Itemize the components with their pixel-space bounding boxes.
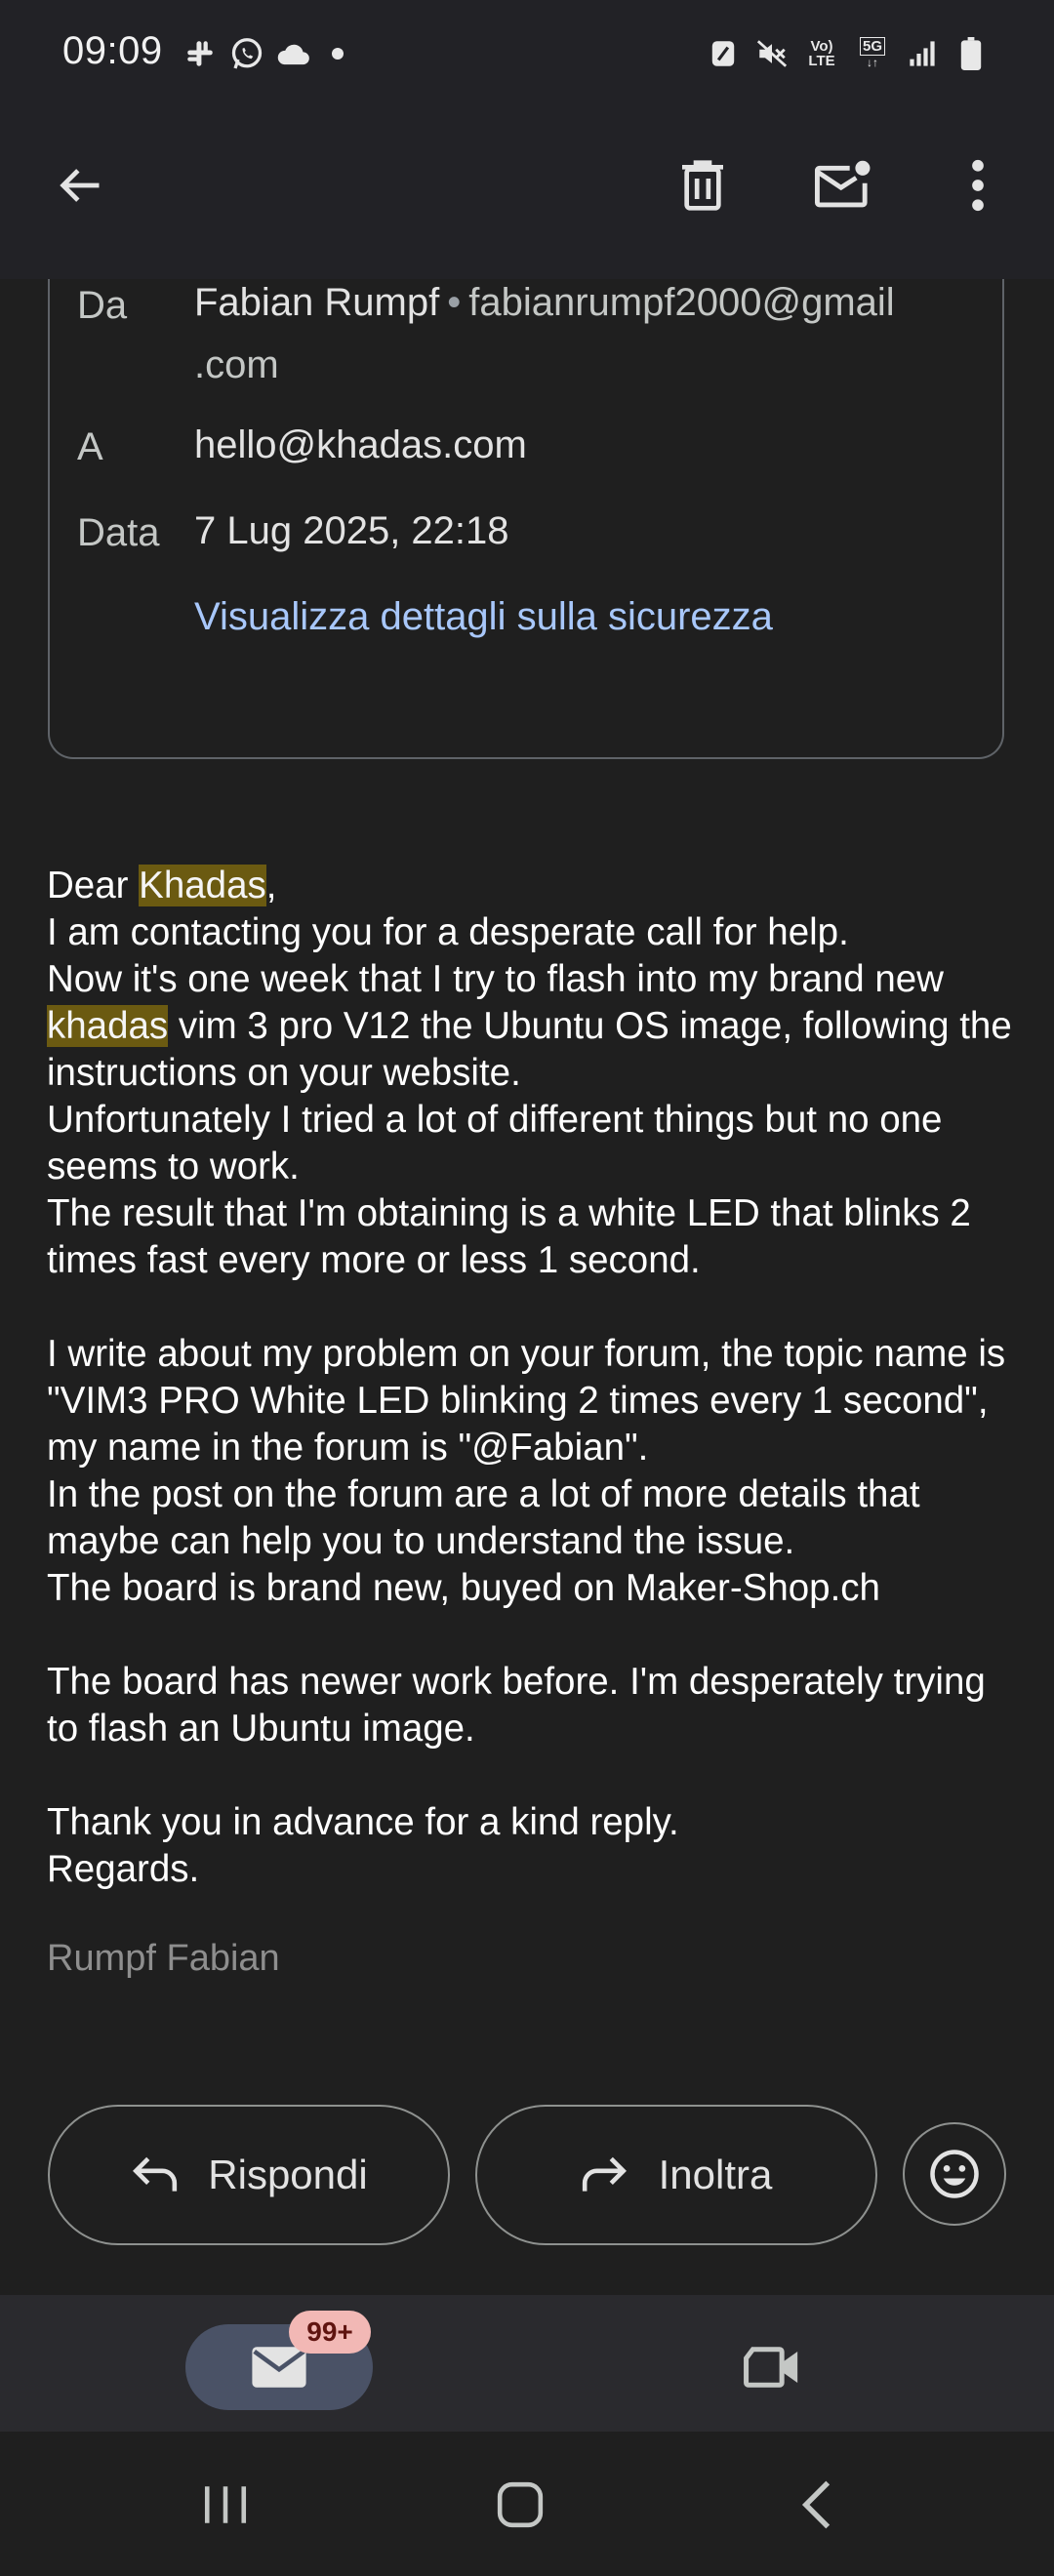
forward-button[interactable]: Inoltra — [475, 2105, 877, 2245]
whatsapp-icon — [228, 35, 265, 72]
bottom-nav: 99+ — [0, 2295, 1054, 2432]
reply-label: Rispondi — [208, 2152, 368, 2197]
email-content: Da Fabian Rumpf • fabianrumpf2000@gmail .co… — [0, 279, 1054, 2295]
meet-video-icon — [744, 2347, 798, 2388]
highlight-khadas-2: khadas — [47, 1005, 169, 1047]
reply-icon — [133, 2156, 178, 2192]
home-button[interactable] — [476, 2461, 564, 2549]
body-paragraph-3: The board has newer work before. I'm des… — [47, 1661, 996, 1750]
cloud-icon — [275, 35, 312, 72]
back-icon — [801, 2480, 831, 2529]
nfc-icon — [705, 35, 742, 72]
emoji-reaction-icon — [930, 2150, 979, 2198]
mark-unread-icon — [814, 160, 871, 208]
home-icon — [497, 2481, 544, 2528]
body-paragraph-2: I write about my problem on your forum, … — [47, 1333, 1006, 1609]
delete-button[interactable] — [664, 146, 742, 224]
notification-dot-icon — [332, 48, 344, 60]
body-paragraph-1b: Unfortunately I tried a lot of different… — [47, 1099, 971, 1281]
mail-icon — [252, 2347, 306, 2388]
reply-button[interactable]: Rispondi — [48, 2105, 450, 2245]
sender-name: Fabian Rumpf — [194, 281, 440, 324]
from-value: Fabian Rumpf • fabianrumpf2000@gmail .com — [194, 279, 975, 396]
back-arrow-icon — [60, 169, 100, 202]
to-value[interactable]: hello@khadas.com — [194, 414, 975, 476]
more-vert-icon — [972, 159, 984, 212]
trash-icon — [682, 160, 723, 211]
volte-icon: Vo) LTE — [808, 38, 835, 69]
back-button[interactable] — [41, 146, 119, 224]
signature: Rumpf Fabian — [47, 1938, 280, 1979]
mute-icon — [753, 35, 790, 72]
from-label: Da — [77, 284, 128, 327]
message-details-card: Da Fabian Rumpf • fabianrumpf2000@gmail .co… — [48, 279, 1004, 759]
body-line-2: Now it's one week that I try to flash in… — [47, 958, 944, 1000]
security-details-link[interactable]: Visualizza dettagli sulla sicurezza — [194, 585, 975, 648]
forward-icon — [582, 2156, 627, 2192]
5g-icon: 5G ↓↑ — [853, 35, 892, 72]
sender-email[interactable]: fabianrumpf2000@gmail — [468, 281, 894, 324]
system-nav-bar — [0, 2432, 1054, 2576]
recents-icon — [204, 2486, 247, 2523]
status-right-icons: Vo) LTE 5G ↓↑ — [705, 35, 990, 72]
recents-button[interactable] — [182, 2461, 269, 2549]
emoji-reaction-button[interactable] — [903, 2122, 1006, 2226]
mark-unread-button[interactable] — [804, 146, 882, 224]
unread-badge: 99+ — [289, 2311, 371, 2354]
battery-icon — [953, 35, 990, 72]
sender-email-continued[interactable]: .com — [194, 343, 279, 386]
highlight-khadas: Khadas — [139, 865, 266, 906]
signal-icon — [904, 35, 941, 72]
body-line-3: vim 3 pro V12 the Ubuntu OS image, follo… — [47, 1005, 1023, 1094]
date-value: 7 Lug 2025, 22:18 — [194, 509, 509, 552]
status-left-icons — [182, 35, 344, 72]
system-back-button[interactable] — [773, 2461, 861, 2549]
status-time: 09:09 — [62, 29, 163, 72]
greeting-prefix: Dear — [47, 865, 140, 906]
body-line-1: I am contacting you for a desperate call… — [47, 911, 849, 953]
more-options-button[interactable] — [939, 146, 1017, 224]
app-bar — [0, 115, 1054, 279]
to-label: A — [77, 425, 103, 468]
slack-icon — [182, 35, 219, 72]
email-body: Dear Khadas, I am contacting you for a d… — [47, 865, 1023, 1890]
sender-separator: • — [447, 281, 462, 324]
meet-tab[interactable] — [734, 2328, 812, 2406]
body-paragraph-4: Thank you in advance for a kind reply. R… — [47, 1801, 679, 1890]
forward-label: Inoltra — [658, 2152, 773, 2197]
date-label: Data — [77, 511, 160, 554]
status-bar: 09:09 Vo) LTE 5G ↓↑ — [0, 0, 1054, 115]
